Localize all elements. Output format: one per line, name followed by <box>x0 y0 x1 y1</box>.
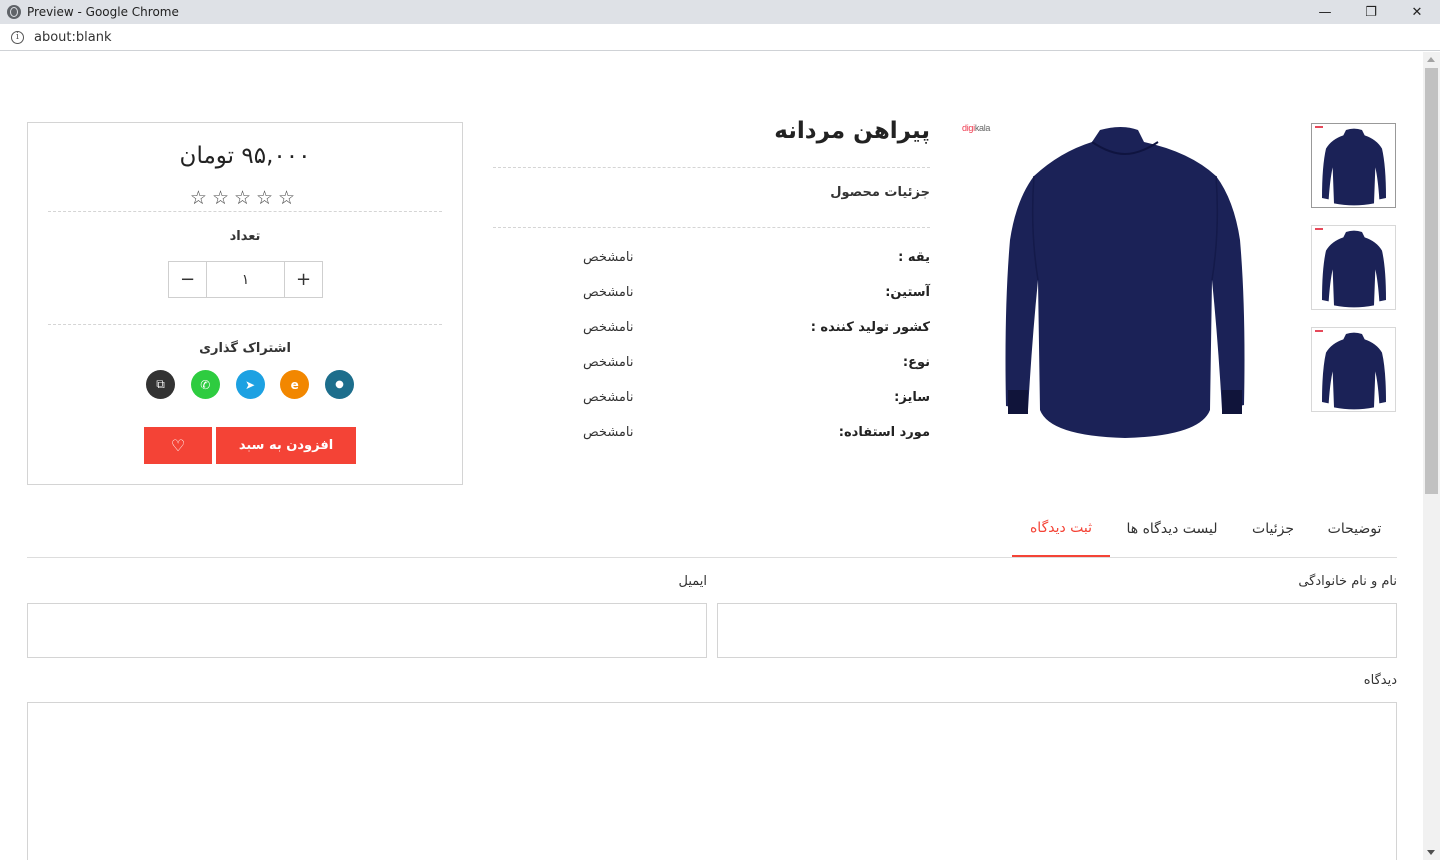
telegram-icon[interactable]: ➤ <box>235 370 265 399</box>
scroll-down-icon[interactable] <box>1427 850 1435 855</box>
close-button[interactable]: ✕ <box>1394 0 1440 24</box>
spec-row: مورد استفاده: نامشخص <box>493 425 930 445</box>
price: ۹۵,۰۰۰ تومان <box>179 143 311 169</box>
shirt-image <box>1005 127 1245 438</box>
shirt-image <box>1321 128 1386 205</box>
email-label: ایمیل <box>678 574 707 589</box>
shirt-image <box>1321 332 1386 409</box>
shirt-image <box>1321 230 1386 307</box>
brand-mark <box>1315 330 1323 332</box>
quantity-input[interactable]: ۱ <box>206 262 285 297</box>
tab-submit-comment[interactable]: ثبت دیدگاه <box>1012 500 1110 557</box>
product-thumbnail[interactable] <box>1311 225 1396 310</box>
add-to-cart-button[interactable]: افزودن به سبد <box>216 427 356 464</box>
product-thumbnail[interactable] <box>1311 123 1396 208</box>
soroush-icon[interactable]: ● <box>325 370 354 399</box>
tab-description[interactable]: توضیحات <box>1312 500 1397 557</box>
spec-value: نامشخص <box>583 285 634 300</box>
brand-mark <box>1315 228 1323 230</box>
vertical-scrollbar[interactable] <box>1423 52 1440 860</box>
spec-key: سایز: <box>894 390 930 405</box>
restore-button[interactable]: ❐ <box>1348 0 1394 24</box>
spec-value: نامشخص <box>583 320 634 335</box>
window-title: Preview - Google Chrome <box>27 5 179 19</box>
product-title: پیراهن مردانه <box>774 118 930 144</box>
rating-stars[interactable]: ☆☆☆☆☆ <box>28 187 462 209</box>
email-input[interactable] <box>27 603 707 658</box>
spec-value: نامشخص <box>583 425 634 440</box>
spec-row: نوع: نامشخص <box>493 355 930 375</box>
quantity-stepper[interactable]: − ۱ + <box>168 261 323 298</box>
share-buttons: ⧉ ✆ ➤ e ● <box>146 370 354 399</box>
info-icon[interactable]: i <box>11 30 24 44</box>
product-page: digikala پیراهن مردانه جزئیات محصول یقه … <box>0 52 1423 860</box>
spec-row: سایز: نامشخص <box>493 390 930 410</box>
spec-key: مورد استفاده: <box>838 425 930 440</box>
minimize-button[interactable]: — <box>1302 0 1348 24</box>
increase-button[interactable]: + <box>285 262 322 297</box>
divider <box>493 227 930 228</box>
spec-key: نوع: <box>902 355 930 370</box>
tab-comments-list[interactable]: لیست دیدگاه ها <box>1110 500 1234 557</box>
eitaa-icon[interactable]: e <box>280 370 310 399</box>
spec-row: کشور تولید کننده : نامشخص <box>493 320 930 340</box>
tab-details[interactable]: جزئیات <box>1234 500 1312 557</box>
name-input[interactable] <box>717 603 1397 658</box>
comment-textarea[interactable] <box>27 702 1397 860</box>
spec-key: کشور تولید کننده : <box>810 320 930 335</box>
details-heading: جزئیات محصول <box>830 185 930 200</box>
divider <box>48 324 442 325</box>
buy-box: ۹۵,۰۰۰ تومان ☆☆☆☆☆ تعداد − ۱ + اشتراک گذ… <box>27 122 463 485</box>
heart-icon: ♡ <box>170 436 186 455</box>
decrease-button[interactable]: − <box>169 262 206 297</box>
name-label: نام و نام خانوادگی <box>1298 574 1397 589</box>
scroll-up-icon[interactable] <box>1427 57 1435 62</box>
globe-icon <box>7 5 21 19</box>
address-bar[interactable]: i about:blank <box>0 24 1440 51</box>
quantity-label: تعداد <box>229 229 261 244</box>
url-text[interactable]: about:blank <box>34 30 112 45</box>
comment-label: دیدگاه <box>1363 673 1397 688</box>
copy-icon[interactable]: ⧉ <box>146 370 175 399</box>
product-tabs: توضیحات جزئیات لیست دیدگاه ها ثبت دیدگاه <box>27 500 1397 558</box>
spec-key: آستین: <box>885 285 930 300</box>
wishlist-button[interactable]: ♡ <box>144 427 212 464</box>
spec-value: نامشخص <box>583 250 634 265</box>
spec-value: نامشخص <box>583 355 634 370</box>
whatsapp-icon[interactable]: ✆ <box>190 370 220 399</box>
divider <box>493 167 930 168</box>
share-label: اشتراک گذاری <box>199 341 291 356</box>
browser-titlebar: Preview - Google Chrome — ❐ ✕ <box>0 0 1440 24</box>
brand-mark <box>1315 126 1323 128</box>
scrollbar-thumb[interactable] <box>1425 68 1438 494</box>
product-thumbnail[interactable] <box>1311 327 1396 412</box>
spec-value: نامشخص <box>583 390 634 405</box>
spec-row: آستین: نامشخص <box>493 285 930 305</box>
spec-key: یقه : <box>898 250 930 265</box>
divider <box>48 211 442 212</box>
spec-row: یقه : نامشخص <box>493 250 930 270</box>
product-main-image[interactable]: digikala <box>960 120 1290 450</box>
